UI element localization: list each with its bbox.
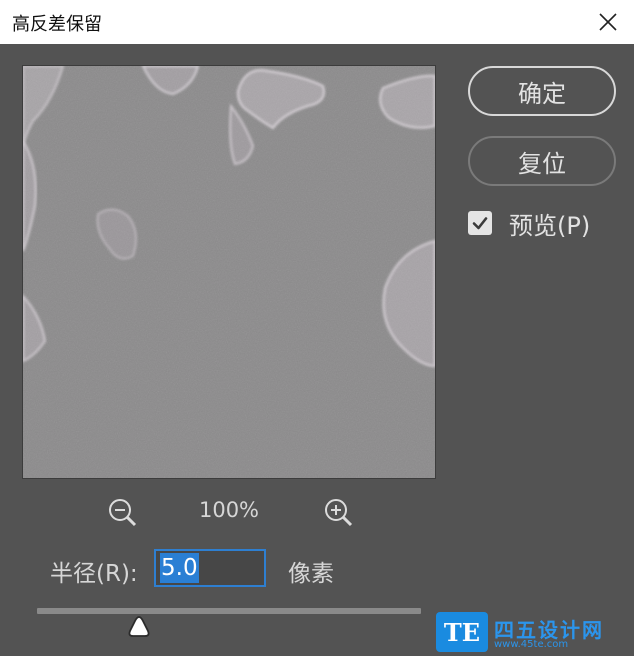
checkmark-icon	[472, 217, 488, 230]
ok-button-label: 确定	[518, 79, 566, 108]
preview-checkbox-box[interactable]	[468, 211, 492, 235]
watermark-url: www.45te.com	[494, 639, 569, 650]
radius-slider-thumb[interactable]	[126, 614, 152, 640]
radius-unit-label: 像素	[288, 561, 334, 587]
radius-label: 半径(R):	[50, 561, 138, 587]
zoom-controls: 100%	[100, 492, 360, 532]
reset-button-label: 复位	[518, 149, 566, 178]
radius-value-selected: 5.0	[160, 553, 199, 583]
title-bar: 高反差保留	[0, 0, 634, 44]
slider-thumb-icon	[128, 616, 150, 637]
radius-slider-track[interactable]	[37, 608, 421, 614]
preview-checkbox[interactable]: 预览(P)	[468, 207, 591, 240]
watermark: TE 四五设计网 www.45te.com	[436, 610, 612, 654]
zoom-in-icon	[325, 499, 353, 527]
close-icon	[599, 13, 617, 31]
dialog-title: 高反差保留	[12, 14, 102, 35]
filter-preview-image[interactable]	[22, 65, 436, 479]
radius-input[interactable]: 5.0	[154, 549, 266, 587]
zoom-out-icon	[109, 499, 137, 527]
zoom-in-button[interactable]	[322, 496, 356, 530]
zoom-out-button[interactable]	[106, 496, 140, 530]
preview-checkbox-label: 预览(P)	[509, 211, 591, 240]
zoom-level-text: 100%	[198, 498, 260, 522]
close-button[interactable]	[590, 4, 626, 40]
ok-button[interactable]: 确定	[468, 66, 616, 116]
high-pass-dialog: 高反差保留 100% 确定 复位 预览(P) 半径(R): 5.0 像素 TE …	[0, 0, 634, 656]
watermark-logo: TE	[436, 612, 488, 652]
reset-button[interactable]: 复位	[468, 136, 616, 186]
preview-image	[23, 66, 435, 478]
